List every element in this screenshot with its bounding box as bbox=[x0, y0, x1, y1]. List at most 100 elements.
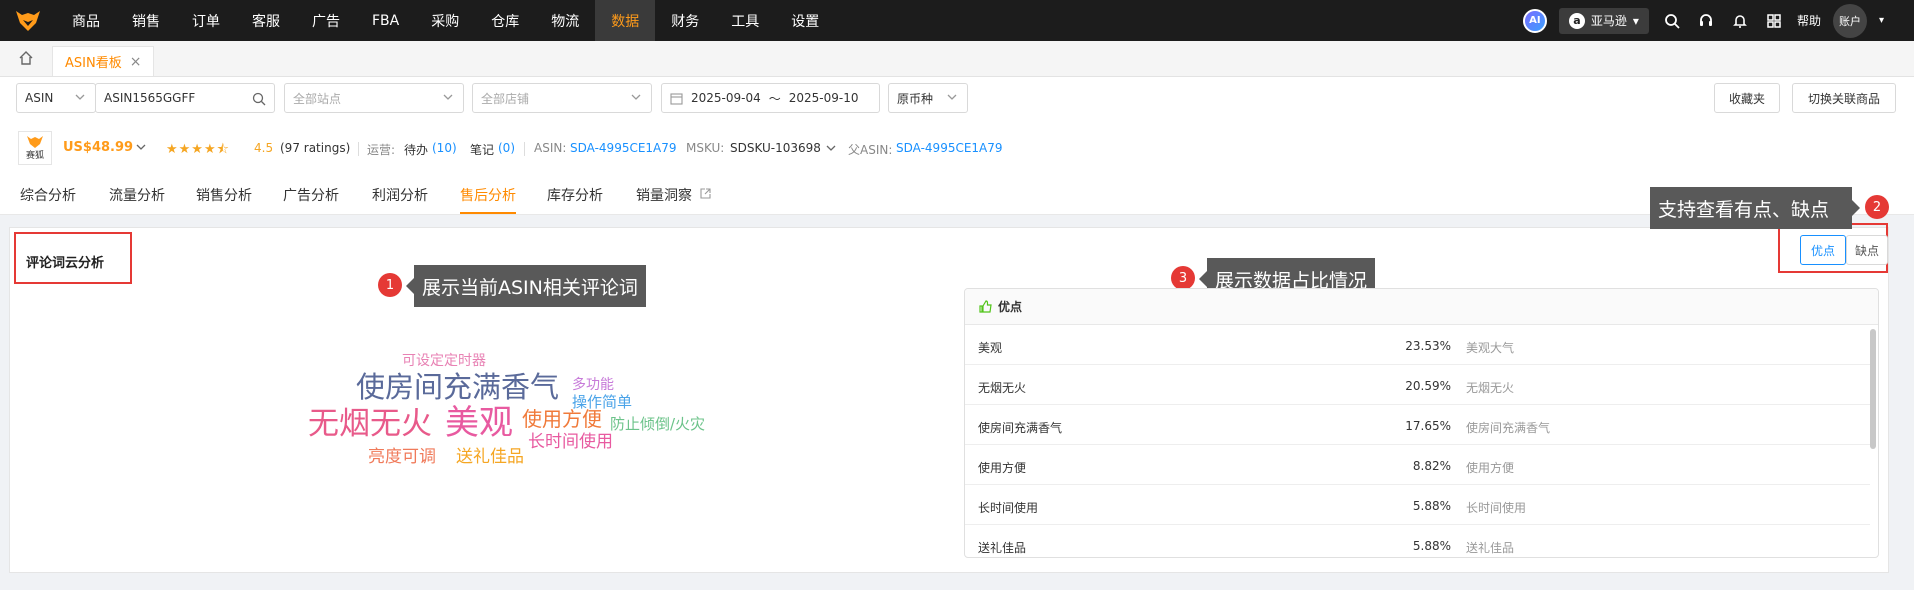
ai-assistant-icon[interactable]: AI bbox=[1522, 8, 1547, 33]
currency-value: 原币种 bbox=[897, 91, 934, 106]
switch-related-product-button[interactable]: 切换关联商品 bbox=[1792, 83, 1896, 113]
nav-item[interactable]: 商品 bbox=[56, 0, 116, 41]
analysis-tab[interactable]: 销量洞察 bbox=[636, 185, 692, 205]
row-name: 无烟无火 bbox=[978, 381, 1027, 395]
analysis-tab[interactable]: 库存分析 bbox=[547, 185, 603, 205]
product-thumbnail[interactable]: 赛狐 bbox=[18, 131, 52, 165]
word-cloud-word[interactable]: 使用方便 bbox=[522, 409, 602, 429]
word-cloud-word[interactable]: 可设定定时器 bbox=[402, 354, 486, 368]
headset-icon[interactable] bbox=[1695, 10, 1717, 32]
search-input-value: ASIN1565GGFF bbox=[104, 91, 196, 105]
external-link-icon[interactable] bbox=[700, 188, 711, 199]
table-header: 优点 bbox=[965, 289, 1878, 325]
row-name: 使房间充满香气 bbox=[978, 421, 1063, 435]
nav-item[interactable]: FBA bbox=[356, 0, 415, 41]
currency-select[interactable]: 原币种 bbox=[888, 83, 968, 113]
nav-item[interactable]: 采购 bbox=[415, 0, 475, 41]
word-cloud-word[interactable]: 长时间使用 bbox=[528, 434, 613, 451]
table-row[interactable]: 美观 23.53% 美观大气 bbox=[965, 325, 1870, 365]
top-nav-right: AI a 亚马逊 ▾ 帮助 账户 ▾ bbox=[1522, 0, 1884, 41]
chevron-down-icon[interactable] bbox=[136, 142, 146, 152]
date-end: 2025-09-10 bbox=[788, 91, 859, 105]
nav-item[interactable]: 广告 bbox=[296, 0, 356, 41]
analysis-tab[interactable]: 综合分析 bbox=[20, 185, 76, 205]
fox-logo-icon[interactable] bbox=[0, 0, 56, 41]
callout-arrow bbox=[406, 278, 414, 294]
shop-select[interactable]: 全部店铺 bbox=[472, 83, 652, 113]
brand-label: 赛狐 bbox=[25, 150, 44, 161]
callout-1: 展示当前ASIN相关评论词 bbox=[414, 265, 646, 307]
nav-item[interactable]: 数据 bbox=[595, 0, 656, 41]
asin-value[interactable]: SDA-4995CE1A79 bbox=[570, 141, 677, 155]
nav-item[interactable]: 设置 bbox=[775, 0, 835, 41]
caret-down-icon: ▾ bbox=[1632, 13, 1639, 28]
search-icon[interactable] bbox=[1661, 10, 1683, 32]
nav-item[interactable]: 财务 bbox=[655, 0, 715, 41]
table-row[interactable]: 无烟无火 20.59% 无烟无火 bbox=[965, 365, 1870, 405]
word-cloud-word[interactable]: 多功能 bbox=[572, 378, 614, 392]
caret-down-icon[interactable]: ▾ bbox=[1879, 15, 1884, 26]
word-cloud-word[interactable]: 美观 bbox=[445, 406, 513, 440]
close-icon[interactable]: × bbox=[130, 54, 142, 70]
parent-asin-value[interactable]: SDA-4995CE1A79 bbox=[896, 141, 1003, 155]
search-type-select[interactable]: ASIN bbox=[16, 83, 96, 113]
table-row[interactable]: 使房间充满香气 17.65% 使房间充满香气 bbox=[965, 405, 1870, 445]
search-icon[interactable] bbox=[252, 92, 266, 106]
ops-label: 运营: bbox=[367, 143, 396, 157]
favorites-button[interactable]: 收藏夹 bbox=[1714, 83, 1780, 113]
active-tab-underline bbox=[460, 212, 516, 214]
analysis-tab[interactable]: 流量分析 bbox=[109, 185, 165, 205]
callout-2: 支持查看有点、缺点 bbox=[1650, 187, 1852, 229]
word-cloud-word[interactable]: 亮度可调 bbox=[368, 449, 436, 466]
row-tag: 使用方便 bbox=[1466, 461, 1515, 475]
account-avatar[interactable]: 账户 bbox=[1832, 3, 1867, 38]
todo-label[interactable]: 待办 bbox=[404, 141, 428, 158]
row-name: 使用方便 bbox=[978, 461, 1027, 475]
cons-toggle-button[interactable]: 缺点 bbox=[1846, 235, 1888, 265]
analysis-tab[interactable]: 广告分析 bbox=[283, 185, 339, 205]
word-cloud-word[interactable]: 防止倾倒/火灾 bbox=[610, 417, 705, 432]
word-cloud-word[interactable]: 无烟无火 bbox=[308, 409, 432, 440]
thumbs-up-icon bbox=[979, 300, 992, 313]
word-cloud-word[interactable]: 送礼佳品 bbox=[456, 449, 524, 466]
table-scrollbar[interactable] bbox=[1870, 329, 1876, 449]
notes-count[interactable]: (0) bbox=[498, 141, 515, 155]
help-link[interactable]: 帮助 bbox=[1797, 12, 1821, 29]
todo-count[interactable]: (10) bbox=[432, 141, 457, 155]
nav-item[interactable]: 订单 bbox=[176, 0, 236, 41]
word-cloud-word[interactable]: 使房间充满香气 bbox=[356, 373, 559, 402]
analysis-tab[interactable]: 售后分析 bbox=[460, 185, 516, 205]
tab-asin-board[interactable]: ASIN看板 × bbox=[52, 46, 155, 76]
msku-value[interactable]: SDSKU-103698 bbox=[730, 141, 821, 155]
chevron-down-icon bbox=[947, 94, 957, 100]
nav-item[interactable]: 工具 bbox=[715, 0, 775, 41]
home-icon[interactable] bbox=[0, 40, 52, 76]
platform-select[interactable]: a 亚马逊 ▾ bbox=[1558, 7, 1649, 34]
nav-item[interactable]: 客服 bbox=[236, 0, 296, 41]
notes-label[interactable]: 笔记 bbox=[470, 141, 494, 158]
site-select[interactable]: 全部站点 bbox=[284, 83, 464, 113]
row-tag: 使房间充满香气 bbox=[1466, 421, 1551, 435]
table-row[interactable]: 长时间使用 5.88% 长时间使用 bbox=[965, 485, 1870, 525]
apps-grid-icon[interactable] bbox=[1763, 10, 1785, 32]
table-row[interactable]: 送礼佳品 5.88% 送礼佳品 bbox=[965, 525, 1870, 557]
analysis-tab[interactable]: 利润分析 bbox=[372, 185, 428, 205]
date-start: 2025-09-04 bbox=[691, 91, 761, 105]
chevron-down-icon bbox=[631, 94, 641, 100]
msku-label: MSKU: bbox=[686, 141, 725, 155]
site-placeholder: 全部站点 bbox=[293, 91, 342, 106]
page-tab-strip: ASIN看板 × bbox=[0, 41, 1914, 77]
pros-toggle-button[interactable]: 优点 bbox=[1800, 235, 1846, 265]
ratings-count[interactable]: (97 ratings) bbox=[280, 141, 350, 155]
bell-icon[interactable] bbox=[1729, 10, 1751, 32]
chevron-down-icon[interactable] bbox=[826, 143, 836, 153]
analysis-tab[interactable]: 销售分析 bbox=[196, 185, 252, 205]
nav-item[interactable]: 销售 bbox=[116, 0, 176, 41]
nav-item[interactable]: 物流 bbox=[535, 0, 595, 41]
annotation-number-1: 1 bbox=[378, 273, 402, 297]
date-range-picker[interactable]: 2025-09-04 ～ 2025-09-10 bbox=[661, 83, 880, 113]
row-percent: 8.82% bbox=[1412, 459, 1451, 473]
table-row[interactable]: 使用方便 8.82% 使用方便 bbox=[965, 445, 1870, 485]
search-input[interactable]: ASIN1565GGFF bbox=[95, 83, 275, 113]
nav-item[interactable]: 仓库 bbox=[475, 0, 535, 41]
